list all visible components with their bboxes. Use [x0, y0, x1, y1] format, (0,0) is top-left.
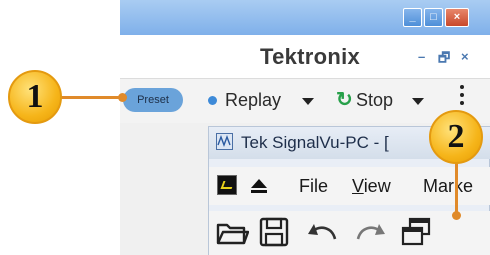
callout-1-leader [60, 96, 122, 99]
more-options-icon[interactable] [460, 85, 464, 109]
stop-button[interactable]: Stop [356, 90, 393, 111]
callout-2-leader [455, 158, 458, 216]
callout-1: 1 [8, 70, 62, 124]
preset-button[interactable]: Preset [123, 88, 183, 112]
signalvu-title: Tek SignalVu-PC - [ [241, 133, 389, 152]
callout-1-leader-dot [118, 93, 127, 102]
panel-close-button[interactable]: × [461, 49, 469, 64]
signalvu-toolbar [209, 211, 490, 255]
menu-markers[interactable]: Marke [423, 176, 473, 197]
cascade-windows-icon[interactable] [399, 215, 433, 249]
stop-refresh-icon: ↻ [336, 89, 353, 111]
save-icon[interactable] [257, 215, 291, 249]
callout-2: 2 [429, 110, 483, 164]
main-toolbar: Preset Replay ↻ Stop [120, 79, 490, 123]
eject-icon[interactable] [249, 176, 269, 196]
tektronix-logo: Tektronix [260, 44, 361, 69]
stop-dropdown-icon[interactable] [412, 98, 424, 105]
callout-2-leader-dot [452, 211, 461, 220]
menu-file[interactable]: File [299, 176, 328, 197]
signalvu-menu-icon[interactable] [217, 175, 237, 195]
panel-minimize-button[interactable]: – [418, 49, 425, 64]
redo-icon[interactable] [354, 215, 388, 249]
signalvu-app-icon [216, 133, 233, 150]
window-maximize-button[interactable]: □ [424, 8, 443, 27]
replay-dropdown-icon[interactable] [302, 98, 314, 105]
menu-view[interactable]: View [352, 176, 391, 197]
window-minimize-button[interactable]: _ [403, 8, 422, 27]
replay-dot-icon [208, 96, 217, 105]
menu-view-label: iew [363, 176, 391, 196]
window-close-button[interactable]: × [445, 8, 469, 27]
brand-bar: Tektronix – 🗗 × [120, 35, 490, 79]
panel-restore-button[interactable]: 🗗 [438, 49, 450, 71]
undo-icon[interactable] [305, 215, 339, 249]
menu-view-mnemonic: V [352, 176, 364, 196]
replay-button[interactable]: Replay [225, 90, 281, 111]
window-title-bar: _ □ × [120, 0, 490, 35]
signalvu-menubar: File View Marke [209, 167, 490, 205]
open-folder-icon[interactable] [215, 215, 249, 249]
